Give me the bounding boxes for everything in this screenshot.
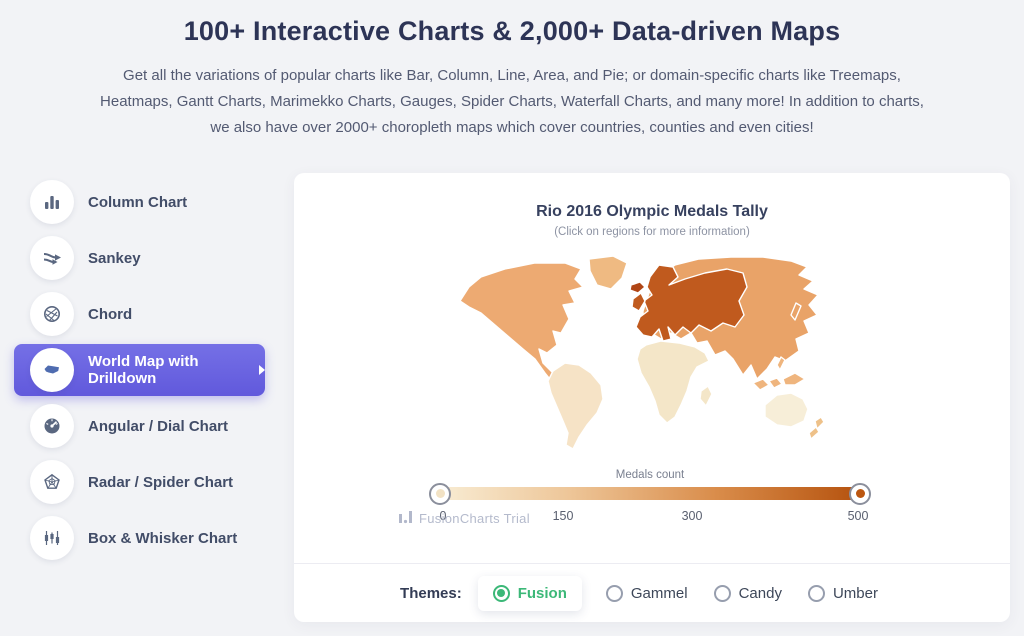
sidebar-item-label: Radar / Spider Chart xyxy=(88,474,233,491)
sidebar-item-label: World Map with Drilldown xyxy=(88,353,249,387)
legend-min-knob xyxy=(429,483,451,505)
fusioncharts-logo-icon xyxy=(398,509,413,527)
world-map-icon xyxy=(30,348,74,392)
map-region-southeast-asia[interactable] xyxy=(769,378,782,388)
map-region-australia[interactable] xyxy=(765,393,808,427)
sidebar-item-box-whisker-chart[interactable]: Box & Whisker Chart xyxy=(14,512,265,564)
page-subtitle: Get all the variations of popular charts… xyxy=(97,63,927,140)
theme-option-umber[interactable]: Umber xyxy=(808,585,878,602)
sidebar-item-column-chart[interactable]: Column Chart xyxy=(14,176,265,228)
map-region-united-kingdom[interactable] xyxy=(632,293,645,311)
chart-type-sidebar: Column Chart Sankey Chord xyxy=(14,176,265,568)
radio-checked-icon[interactable] xyxy=(493,585,510,602)
legend-label: Medals count xyxy=(616,469,684,481)
theme-option-label: Umber xyxy=(833,585,878,602)
legend-tick: 300 xyxy=(682,509,703,523)
fusioncharts-trial-watermark[interactable]: FusionCharts Trial xyxy=(398,509,530,527)
sidebar-item-sankey[interactable]: Sankey xyxy=(14,232,265,284)
radio-unchecked-icon[interactable] xyxy=(606,585,623,602)
sidebar-item-world-map-drilldown[interactable]: World Map with Drilldown xyxy=(14,344,265,396)
map-region-new-zealand[interactable] xyxy=(809,427,819,439)
chart-subtitle: (Click on regions for more information) xyxy=(294,226,1010,238)
world-map[interactable] xyxy=(446,253,838,453)
chord-icon xyxy=(30,292,74,336)
gauge-icon xyxy=(30,404,74,448)
theme-option-label: Fusion xyxy=(518,585,567,602)
sidebar-item-label: Box & Whisker Chart xyxy=(88,530,237,547)
map-region-iceland[interactable] xyxy=(630,282,645,293)
sidebar-item-angular-dial-chart[interactable]: Angular / Dial Chart xyxy=(14,400,265,452)
theme-option-fusion[interactable]: Fusion xyxy=(478,576,582,611)
map-region-new-guinea[interactable] xyxy=(783,373,805,385)
theme-option-gammel[interactable]: Gammel xyxy=(606,585,688,602)
theme-option-label: Candy xyxy=(739,585,782,602)
sidebar-item-radar-spider-chart[interactable]: Radar / Spider Chart xyxy=(14,456,265,508)
theme-option-candy[interactable]: Candy xyxy=(714,585,782,602)
column-chart-icon xyxy=(30,180,74,224)
map-region-southeast-asia[interactable] xyxy=(753,379,769,390)
sidebar-item-label: Column Chart xyxy=(88,194,187,211)
sankey-icon xyxy=(30,236,74,280)
sidebar-item-chord[interactable]: Chord xyxy=(14,288,265,340)
legend-tick: 150 xyxy=(553,509,574,523)
watermark-text: FusionCharts Trial xyxy=(419,511,530,526)
map-region-africa[interactable] xyxy=(637,341,709,423)
map-region-south-america[interactable] xyxy=(548,363,603,449)
legend-gradient-bar xyxy=(440,487,860,500)
theme-option-label: Gammel xyxy=(631,585,688,602)
themes-label: Themes: xyxy=(400,585,462,602)
chart-title: Rio 2016 Olympic Medals Tally xyxy=(294,203,1010,221)
legend-max-knob xyxy=(849,483,871,505)
chart-card: Rio 2016 Olympic Medals Tally (Click on … xyxy=(294,173,1010,622)
sidebar-item-label: Sankey xyxy=(88,250,141,267)
box-whisker-icon xyxy=(30,516,74,560)
themes-row: Themes: Fusion Gammel Candy Umber xyxy=(294,564,1010,622)
radio-unchecked-icon[interactable] xyxy=(714,585,731,602)
map-region-madagascar[interactable] xyxy=(700,386,712,406)
legend-tick: 500 xyxy=(848,509,869,523)
sidebar-item-label: Angular / Dial Chart xyxy=(88,418,228,435)
map-region-greenland[interactable] xyxy=(589,256,627,289)
radio-unchecked-icon[interactable] xyxy=(808,585,825,602)
page-title: 100+ Interactive Charts & 2,000+ Data-dr… xyxy=(0,16,1024,47)
chevron-right-icon xyxy=(259,365,265,375)
page: 100+ Interactive Charts & 2,000+ Data-dr… xyxy=(0,0,1024,636)
radar-icon xyxy=(30,460,74,504)
sidebar-item-label: Chord xyxy=(88,306,132,323)
